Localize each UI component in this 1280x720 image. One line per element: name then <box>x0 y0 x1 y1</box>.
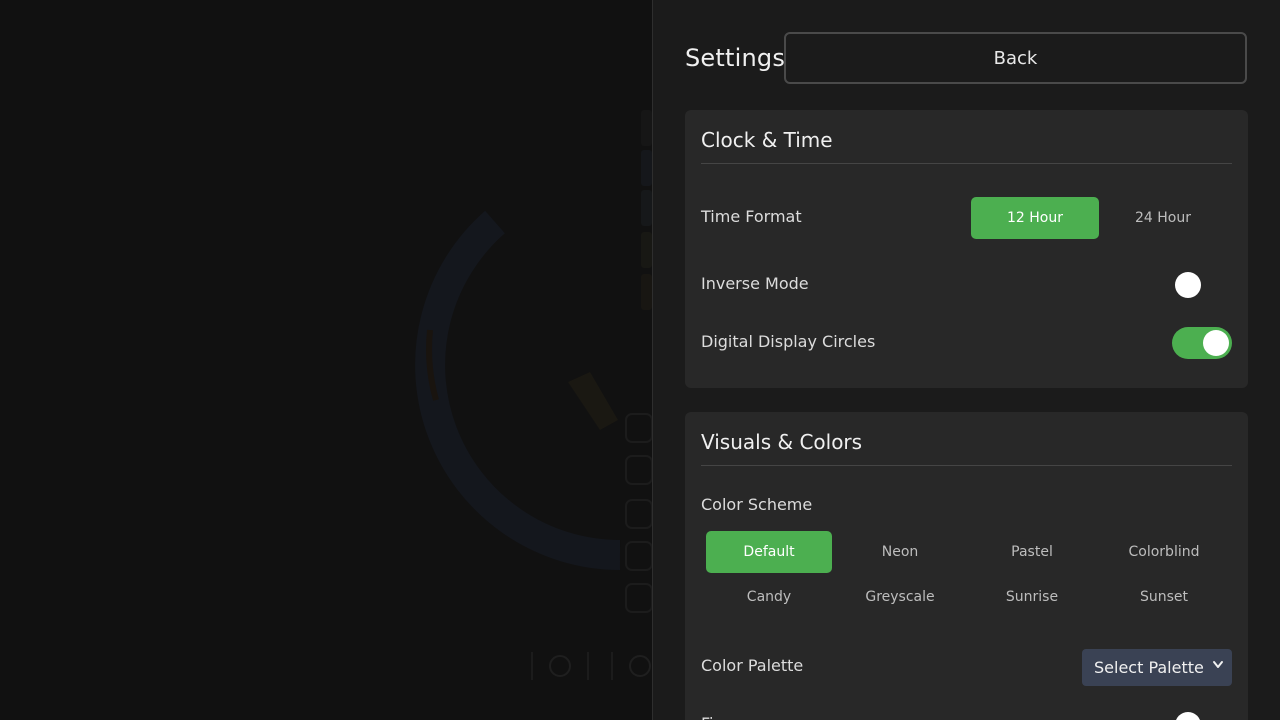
chevron-down-icon <box>1213 661 1223 668</box>
digital-circles-label: Digital Display Circles <box>701 332 876 351</box>
dimmed-clock-backdrop[interactable] <box>0 0 652 720</box>
page-title: Settings <box>685 44 786 72</box>
next-setting-toggle[interactable] <box>1172 709 1232 720</box>
hidden-bar-1 <box>641 110 652 146</box>
scheme-greyscale-button[interactable]: Greyscale <box>837 576 963 618</box>
toggle-knob <box>1203 330 1229 356</box>
color-palette-label: Color Palette <box>701 656 804 675</box>
section-divider <box>701 465 1232 466</box>
hidden-chip-1 <box>625 413 652 443</box>
scheme-candy-button[interactable]: Candy <box>706 576 832 618</box>
background-clock-graphic <box>415 110 652 680</box>
color-scheme-label: Color Scheme <box>701 495 813 514</box>
hidden-bar-4 <box>641 232 652 268</box>
scheme-sunrise-button[interactable]: Sunrise <box>969 576 1095 618</box>
settings-header: Settings Back <box>685 31 1249 87</box>
inverse-mode-label: Inverse Mode <box>701 274 809 293</box>
clock-time-section: Clock & Time Time Format 12 Hour 24 Hour… <box>685 110 1248 388</box>
scheme-pastel-button[interactable]: Pastel <box>969 531 1095 573</box>
inverse-mode-toggle[interactable] <box>1172 269 1232 301</box>
scheme-neon-button[interactable]: Neon <box>837 531 963 573</box>
scheme-default-button[interactable]: Default <box>706 531 832 573</box>
section-title: Visuals & Colors <box>701 430 863 454</box>
visuals-colors-section: Visuals & Colors Color Scheme Default Ne… <box>685 412 1248 720</box>
hidden-gear-icon <box>629 655 651 677</box>
back-button[interactable]: Back <box>784 32 1247 84</box>
select-value: Select Palette <box>1094 658 1204 677</box>
scheme-sunset-button[interactable]: Sunset <box>1101 576 1227 618</box>
time-format-label: Time Format <box>701 207 802 226</box>
digital-circles-toggle[interactable] <box>1172 327 1232 359</box>
hidden-bar-3 <box>641 190 652 226</box>
color-palette-select[interactable]: Select Palette <box>1082 649 1232 686</box>
hidden-bar-2 <box>641 150 652 186</box>
hidden-timer-icon <box>549 655 571 677</box>
hidden-chip-4 <box>625 541 652 571</box>
hidden-chip-5 <box>625 583 652 613</box>
section-title: Clock & Time <box>701 128 833 152</box>
time-format-12h-button[interactable]: 12 Hour <box>971 197 1099 239</box>
scheme-colorblind-button[interactable]: Colorblind <box>1101 531 1227 573</box>
clock-hand-shape <box>568 372 618 430</box>
toggle-knob <box>1175 272 1201 298</box>
time-format-24h-button[interactable]: 24 Hour <box>1099 197 1227 239</box>
hidden-chip-3 <box>625 499 652 529</box>
section-divider <box>701 163 1232 164</box>
hidden-bar-5 <box>641 274 652 310</box>
next-setting-label: Fi <box>701 714 713 720</box>
hidden-chip-2 <box>625 455 652 485</box>
toggle-knob <box>1175 712 1201 720</box>
settings-panel: Settings Back Clock & Time Time Format 1… <box>652 0 1280 720</box>
